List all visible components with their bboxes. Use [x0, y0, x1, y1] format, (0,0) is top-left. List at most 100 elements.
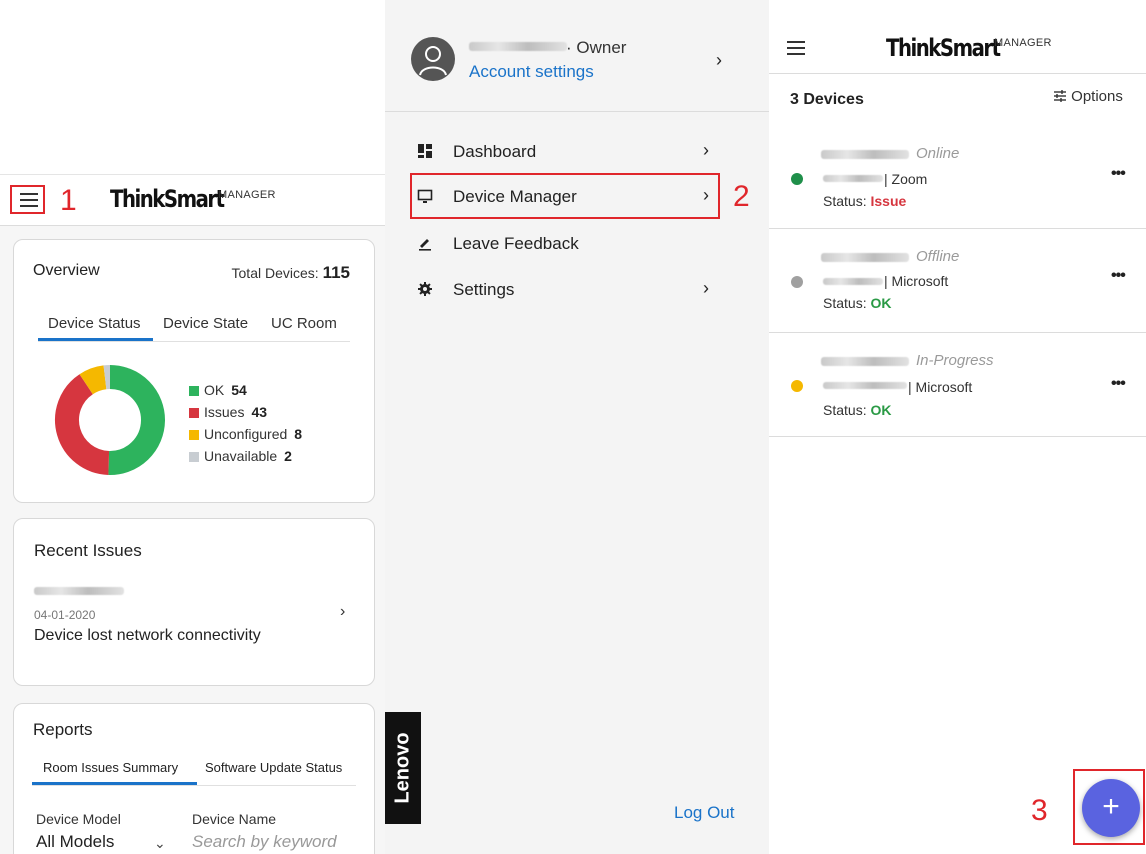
- legend-issues-label: Issues: [204, 404, 245, 420]
- legend-unavailable: Unavailable 2: [189, 448, 292, 464]
- logout-link[interactable]: Log Out: [674, 803, 735, 823]
- chevron-right-icon[interactable]: ›: [340, 603, 345, 621]
- dashboard-icon: [417, 143, 433, 159]
- issue-date: 04-01-2020: [34, 608, 96, 622]
- redacted-room-name: [823, 382, 907, 389]
- legend-ok-label: OK: [204, 382, 225, 398]
- app-header: ThinkSmart MANAGER: [769, 0, 1146, 74]
- more-options-icon[interactable]: •••: [1111, 267, 1126, 285]
- hamburger-menu-icon[interactable]: [787, 41, 805, 55]
- reports-card: Reports Room Issues Summary Software Upd…: [13, 703, 375, 854]
- annotation-box-1: [10, 185, 45, 214]
- device-state: Online: [916, 145, 960, 162]
- device-uc-platform: | Microsoft: [908, 379, 973, 395]
- brand-logo-suffix: MANAGER: [218, 189, 276, 201]
- legend-unconfigured-value: 8: [294, 426, 303, 442]
- total-devices: Total Devices: 115: [232, 263, 350, 283]
- device-name-search-input[interactable]: Search by keyword: [192, 832, 337, 852]
- more-options-icon[interactable]: •••: [1111, 165, 1126, 183]
- legend-issues: Issues 43: [189, 404, 267, 420]
- redacted-device-name: [821, 253, 909, 262]
- annotation-label-2: 2: [733, 180, 750, 213]
- tabs-divider: [38, 341, 350, 342]
- tab-device-status[interactable]: Device Status: [48, 315, 141, 332]
- account-header[interactable]: · Owner Account settings ›: [385, 0, 769, 112]
- recent-issues-title: Recent Issues: [34, 541, 142, 560]
- donut-slice-ok: [108, 365, 165, 475]
- device-row[interactable]: Online | Zoom Status: Issue •••: [769, 125, 1146, 229]
- device-model-select[interactable]: All Models: [36, 832, 114, 852]
- total-devices-value: 115: [322, 263, 350, 282]
- device-row[interactable]: Offline | Microsoft Status: OK •••: [769, 229, 1146, 333]
- menu-item-settings[interactable]: Settings ›: [385, 268, 769, 312]
- pencil-icon: [417, 235, 433, 251]
- legend-issues-value: 43: [251, 404, 268, 420]
- reports-tabs-divider: [32, 785, 356, 786]
- status-label: Status:: [823, 402, 867, 418]
- device-uc-platform: | Zoom: [884, 171, 928, 187]
- tab-software-update-status[interactable]: Software Update Status: [205, 760, 342, 775]
- total-devices-label: Total Devices:: [231, 265, 319, 281]
- tab-uc-room[interactable]: UC Room: [271, 315, 337, 332]
- device-uc-platform: | Microsoft: [884, 273, 949, 289]
- status-label: Status:: [823, 295, 867, 311]
- legend-unconfigured-label: Unconfigured: [204, 426, 288, 442]
- status-dot-online: [791, 173, 803, 185]
- brand-logo-suffix: MANAGER: [994, 37, 1052, 49]
- sliders-icon: [1053, 89, 1067, 107]
- status-label: Status:: [823, 193, 867, 209]
- add-device-button[interactable]: +: [1082, 779, 1140, 837]
- legend-ok-value: 54: [231, 382, 247, 398]
- status-value: Issue: [870, 193, 907, 209]
- menu-label-settings: Settings: [453, 280, 515, 299]
- app-header: 1 ThinkSmart MANAGER: [0, 174, 385, 226]
- chevron-down-icon[interactable]: ⌄: [154, 835, 166, 852]
- brand-logo: ThinkSmart: [110, 185, 225, 213]
- device-manager-panel: ThinkSmart MANAGER 3 Devices Options Onl…: [769, 0, 1146, 854]
- device-name-label: Device Name: [192, 811, 277, 827]
- dashboard-body: Overview Total Devices: 115 Device Statu…: [0, 226, 385, 854]
- redacted-device-name: [821, 150, 909, 159]
- redacted-user-name: [469, 42, 567, 51]
- options-button[interactable]: Options: [1053, 88, 1123, 107]
- device-status: Status: Issue: [823, 193, 906, 209]
- tab-room-issues-summary[interactable]: Room Issues Summary: [43, 760, 178, 775]
- reports-active-tab-indicator: [32, 782, 197, 785]
- brand-logo: ThinkSmart: [886, 34, 1001, 62]
- device-model-label: Device Model: [36, 811, 121, 827]
- issue-description: Device lost network connectivity: [34, 627, 261, 644]
- device-state: Offline: [916, 248, 960, 265]
- device-status: Status: OK: [823, 402, 891, 418]
- redacted-room-name: [823, 278, 883, 285]
- active-tab-indicator: [38, 338, 153, 341]
- status-value: OK: [870, 295, 892, 311]
- redacted-device-name: [34, 587, 124, 595]
- account-role: · Owner: [566, 38, 627, 57]
- device-row[interactable]: In-Progress | Microsoft Status: OK •••: [769, 333, 1146, 437]
- annotation-label-1: 1: [60, 184, 77, 217]
- recent-issues-card[interactable]: Recent Issues 04-01-2020 Device lost net…: [13, 518, 375, 686]
- menu-item-leave-feedback[interactable]: Leave Feedback: [385, 222, 769, 266]
- chevron-right-icon[interactable]: ›: [716, 50, 722, 71]
- chevron-right-icon: ›: [703, 140, 709, 160]
- overview-card: Overview Total Devices: 115 Device Statu…: [13, 239, 375, 503]
- account-settings-link[interactable]: Account settings: [469, 62, 594, 82]
- gear-icon: [417, 281, 433, 297]
- menu-item-dashboard[interactable]: Dashboard ›: [385, 130, 769, 174]
- devices-toolbar: 3 Devices Options: [769, 74, 1146, 126]
- avatar-icon: [411, 37, 455, 81]
- legend-unavailable-value: 2: [284, 448, 292, 464]
- dashboard-panel: 1 ThinkSmart MANAGER Overview Total Devi…: [0, 0, 385, 854]
- overview-title: Overview: [33, 262, 100, 279]
- tab-device-state[interactable]: Device State: [163, 315, 248, 332]
- status-dot-in-progress: [791, 380, 803, 392]
- reports-title: Reports: [33, 720, 93, 739]
- donut-slice-unconfigured: [79, 365, 108, 395]
- donut-slice-issues: [55, 374, 110, 475]
- redacted-room-name: [823, 175, 883, 182]
- annotation-label-3: 3: [1031, 794, 1048, 827]
- lenovo-logo-text: Lenovo: [391, 732, 414, 804]
- more-options-icon[interactable]: •••: [1111, 375, 1126, 393]
- status-value: OK: [870, 402, 892, 418]
- device-count: 3 Devices: [790, 91, 864, 108]
